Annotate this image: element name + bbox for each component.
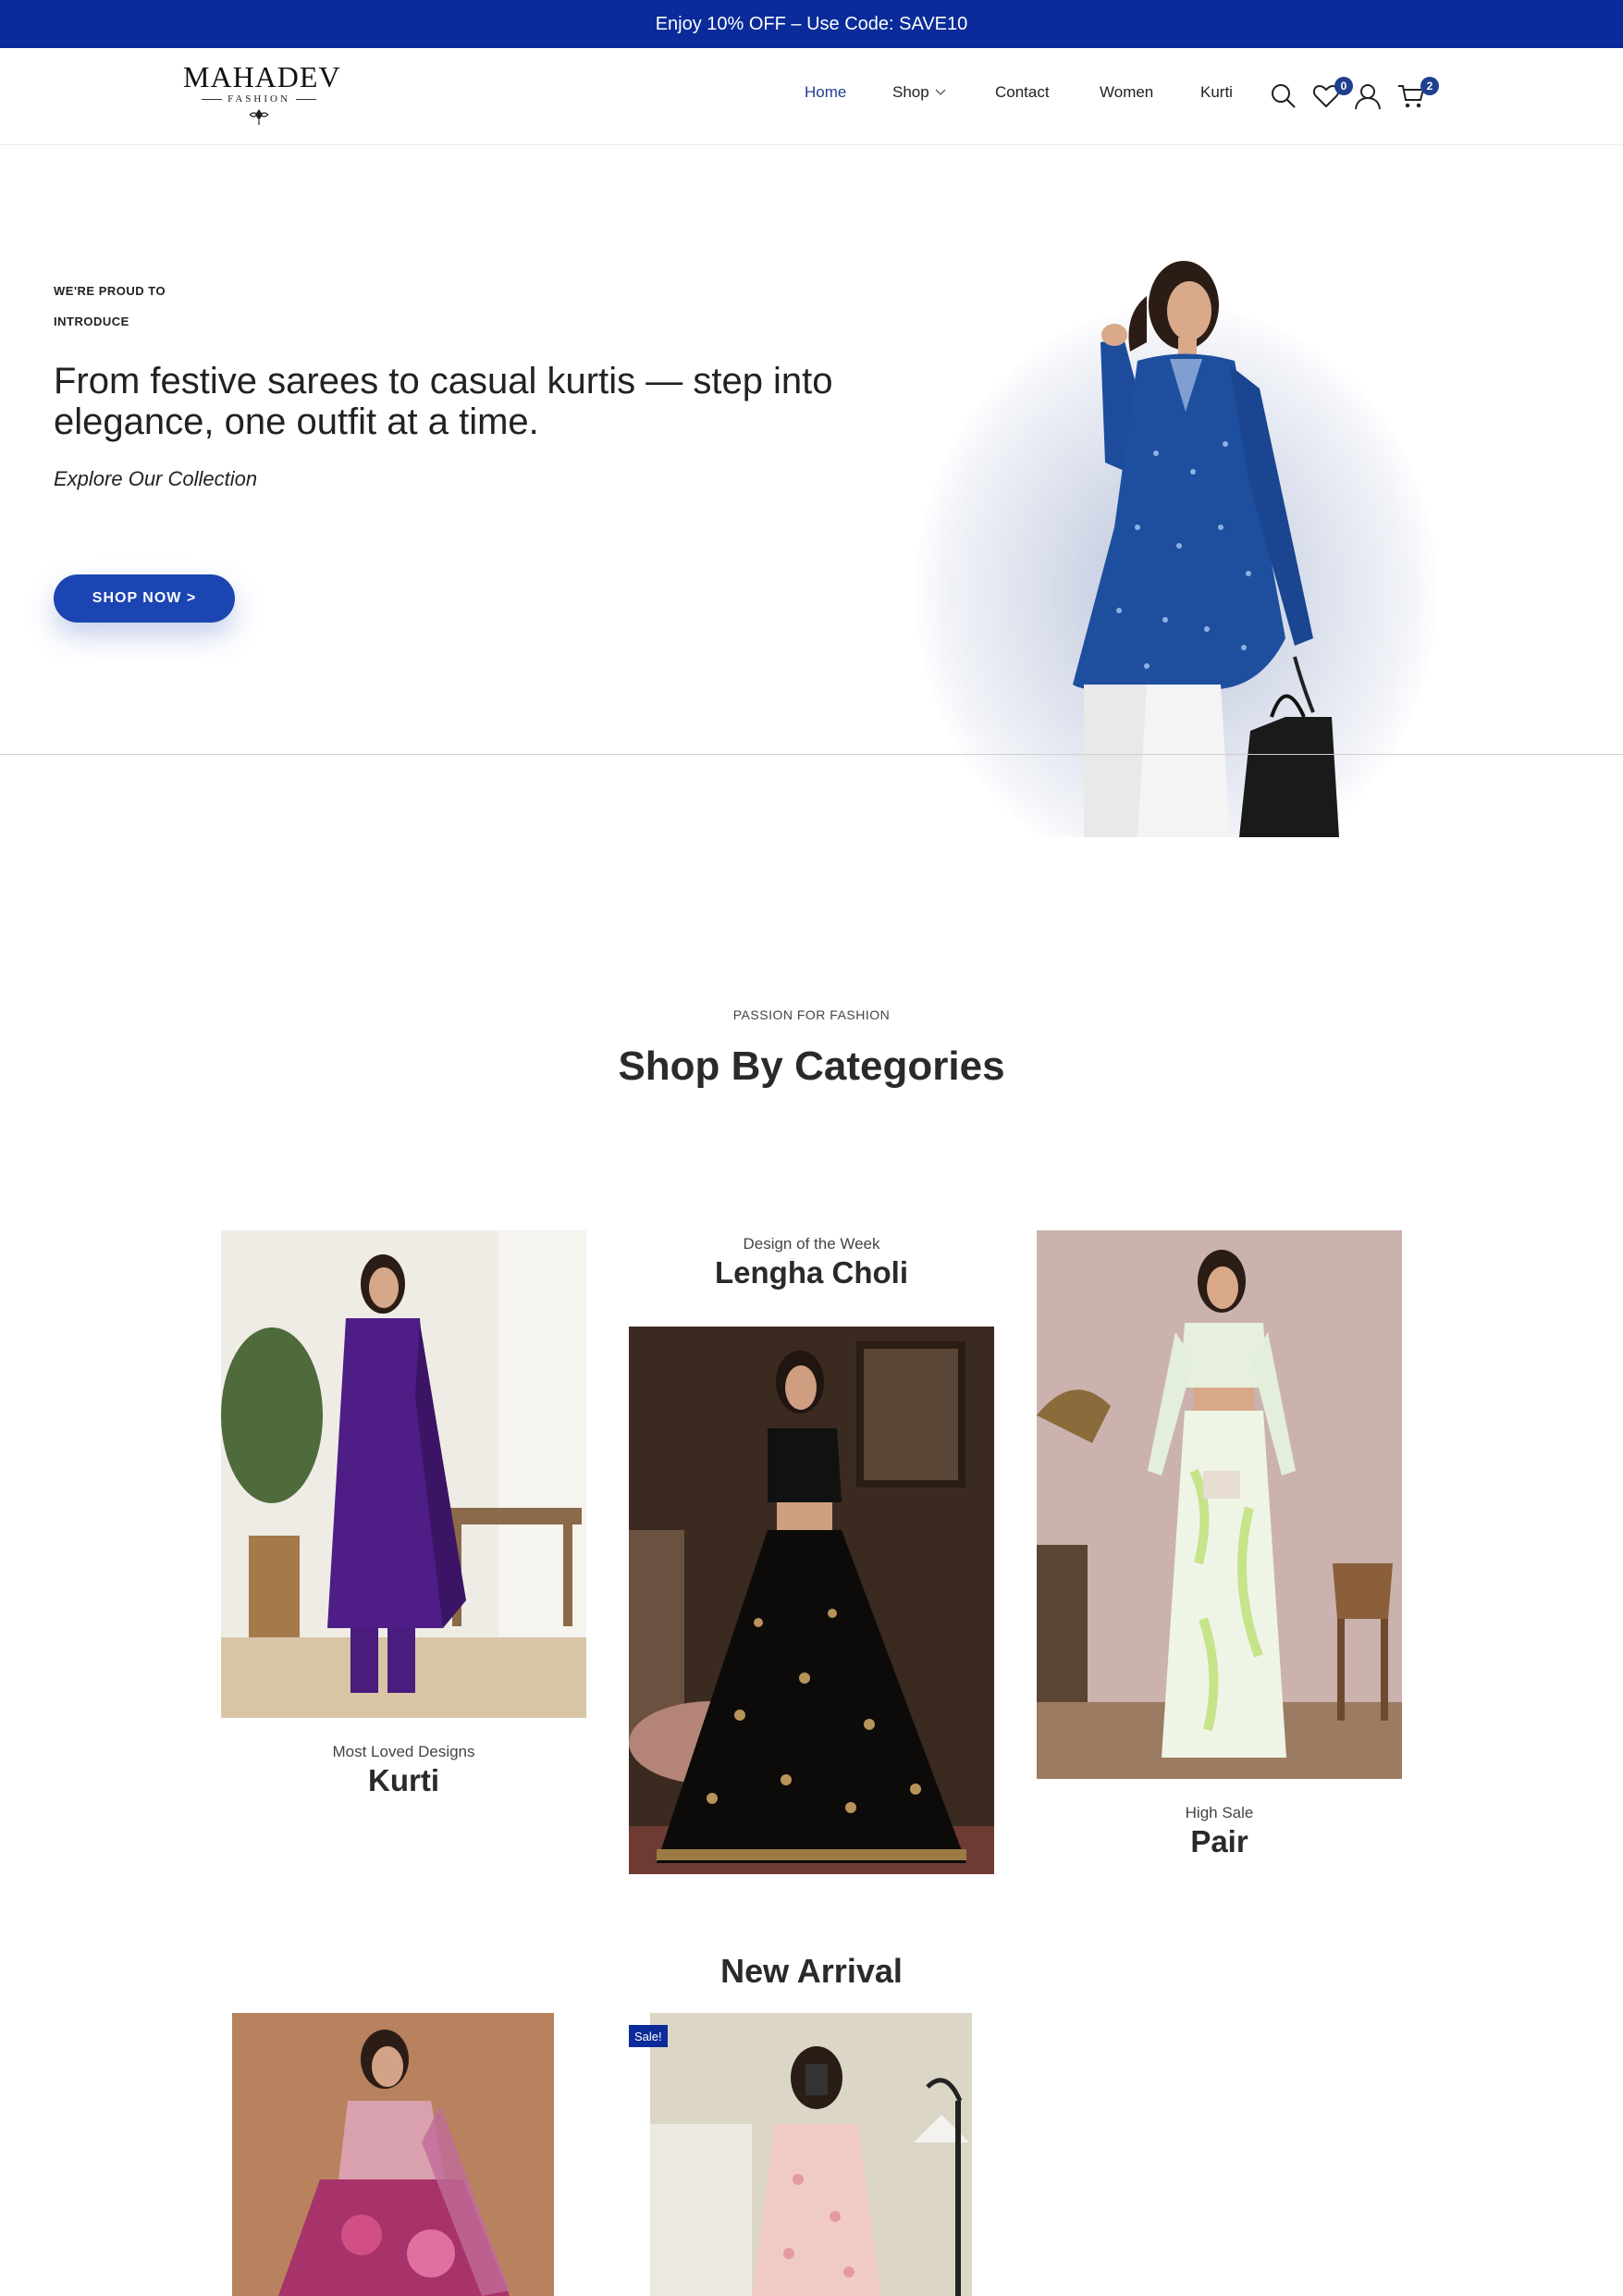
product-card-image[interactable] — [650, 2013, 972, 2296]
chevron-down-icon — [935, 89, 946, 95]
category-pair-subtitle: High Sale — [1185, 1804, 1254, 1821]
hero-model-figure — [1073, 261, 1339, 837]
hero-subtitle: Explore Our Collection — [54, 467, 258, 490]
logo-tagline: FASHION — [183, 93, 335, 105]
categories-eyebrow: PASSION FOR FASHION — [732, 1007, 891, 1022]
search-icon[interactable] — [1269, 81, 1298, 111]
site-header: MAHADEV FASHION Home Shop Contact Women … — [0, 48, 1623, 145]
announcement-bar: Enjoy 10% OFF – Use Code: SAVE10 — [0, 0, 1623, 48]
hero-title: From festive sarees to casual kurtis — s… — [54, 361, 833, 442]
nav-kurti[interactable]: Kurti — [1200, 83, 1233, 102]
kurti-model-figure — [221, 1230, 586, 1718]
hero-divider — [0, 754, 1623, 755]
hero-eyebrow: WE'RE PROUD TO INTRODUCE — [54, 284, 166, 328]
category-lengha-image[interactable] — [629, 1327, 994, 1874]
nav-home[interactable]: Home — [805, 83, 846, 102]
category-lengha-caption: Design of the Week Lengha Choli — [629, 1235, 994, 1290]
pair-model-figure — [1037, 1230, 1402, 1779]
category-kurti-subtitle: Most Loved Designs — [332, 1743, 475, 1760]
user-icon[interactable] — [1353, 81, 1383, 111]
category-lengha-subtitle: Design of the Week — [743, 1235, 880, 1253]
brand-logo[interactable]: MAHADEV FASHION — [183, 60, 341, 128]
lengha-model-figure — [629, 1327, 994, 1874]
nav-shop[interactable]: Shop — [892, 83, 946, 102]
wishlist-count-badge: 0 — [1334, 77, 1353, 95]
cart-count-badge: 2 — [1420, 77, 1439, 95]
nav-contact[interactable]: Contact — [995, 83, 1050, 102]
product-model-figure — [650, 2013, 972, 2296]
nav-women[interactable]: Women — [1100, 83, 1153, 102]
category-lengha-name[interactable]: Lengha Choli — [629, 1255, 994, 1290]
category-kurti-caption: Most Loved Designs Kurti — [221, 1743, 586, 1798]
nav-shop-label: Shop — [892, 83, 929, 101]
categories-title: Shop By Categories — [618, 1043, 1005, 1089]
category-pair-name[interactable]: Pair — [1037, 1824, 1402, 1859]
hero-image — [916, 250, 1437, 837]
product-card-image[interactable] — [232, 2013, 554, 2296]
logo-ornament-icon — [249, 109, 269, 125]
category-pair-caption: High Sale Pair — [1037, 1804, 1402, 1859]
logo-wordmark: MAHADEV — [183, 60, 341, 93]
sale-badge: Sale! — [629, 2025, 668, 2047]
announcement-text: Enjoy 10% OFF – Use Code: SAVE10 — [655, 13, 968, 34]
new-arrival-title: New Arrival — [720, 1952, 903, 1990]
category-kurti-image[interactable] — [221, 1230, 586, 1718]
product-model-figure — [232, 2013, 554, 2296]
category-pair-image[interactable] — [1037, 1230, 1402, 1779]
shop-now-button[interactable]: SHOP NOW > — [54, 574, 235, 623]
category-kurti-name[interactable]: Kurti — [221, 1763, 586, 1798]
